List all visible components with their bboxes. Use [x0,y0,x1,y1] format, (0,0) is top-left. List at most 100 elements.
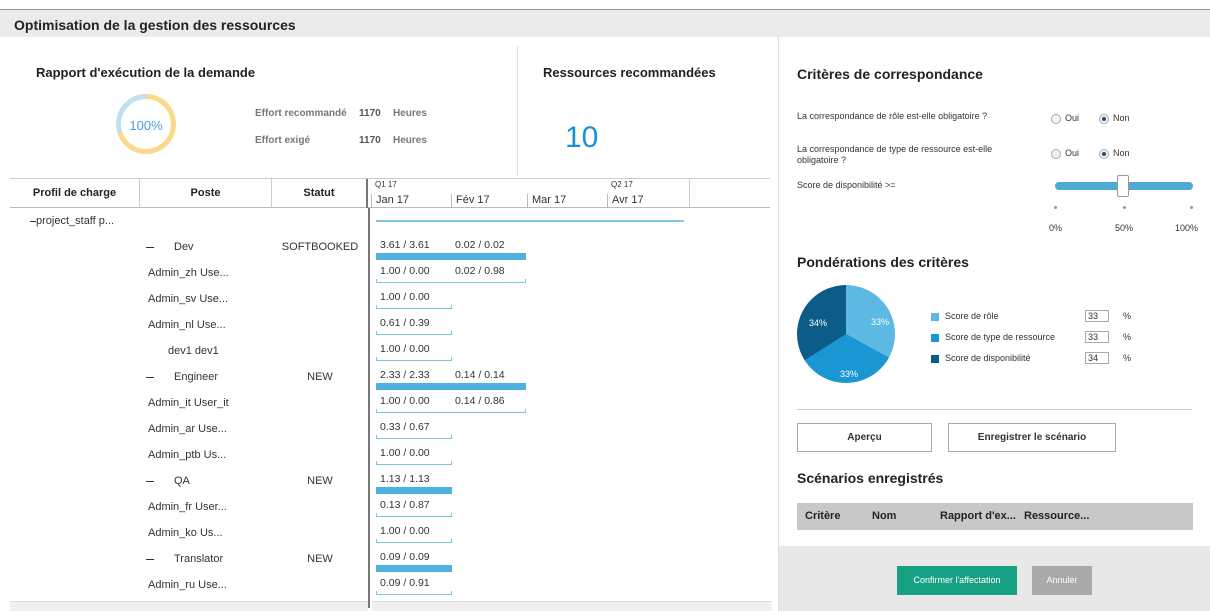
cell-text: Admin_nl Use... [148,319,226,331]
legend-swatch [931,312,939,321]
cell-text: Admin_ptb Us... [148,449,227,461]
quarter-label: Q1 17 [375,180,397,189]
table-row[interactable]: Admin_ru Use... [10,572,368,598]
grid-horizontal-scrollbar[interactable] [10,601,368,611]
allocation-label: 0.61 / 0.39 [380,317,430,329]
allocation-label: 0.02 / 0.02 [455,239,505,251]
cell-poste: Dev [146,241,278,253]
radio-dot-selected [1099,148,1109,159]
table-row[interactable]: Admin_it User_it [10,390,368,416]
allocation-label: 1.00 / 0.00 [380,395,430,407]
table-row[interactable]: QA NEW [10,468,368,494]
table-row[interactable]: Admin_ptb Us... [10,442,368,468]
radio-dot [1051,148,1061,159]
allocation-line[interactable] [376,334,452,335]
availability-label: Score de disponibilité >= [797,180,896,190]
table-row[interactable]: Admin_ar Use... [10,416,368,442]
table-row[interactable]: Admin_zh Use... [10,260,368,286]
weights-title: Pondérations des critères [797,254,969,270]
effort-unit: Heures [393,108,427,119]
allocation-line[interactable] [376,282,526,283]
cell-profil: project_staff p... [30,215,160,227]
pie-label: 34% [809,318,828,328]
allocation-label: 0.09 / 0.91 [380,577,430,589]
allocation-bar[interactable] [376,253,526,260]
slider-tick [1123,206,1126,209]
cell-poste: Translator [146,553,278,565]
preview-button[interactable]: Aperçu [797,423,932,452]
cell-statut: NEW [307,371,333,383]
column-header[interactable]: Nom [872,510,896,522]
collapse-icon[interactable] [146,558,154,560]
allocation-line[interactable] [376,438,452,439]
cell-text: Engineer [174,371,219,383]
summary-bar[interactable] [376,220,684,222]
collapse-icon[interactable] [146,480,154,482]
radio-dot-selected [1099,113,1109,124]
allocation-line[interactable] [376,360,452,361]
allocation-label: 3.61 / 3.61 [380,239,430,251]
save-scenario-button[interactable]: Enregistrer le scénario [948,423,1116,452]
effort-unit: Heures [393,135,427,146]
allocation-label: 0.02 / 0.98 [455,265,505,277]
legend-swatch [931,354,939,363]
type-oui-radio[interactable]: Oui [1051,148,1079,159]
cancel-button[interactable]: Annuler [1032,566,1092,595]
page-title-bar: Optimisation de la gestion des ressource… [0,9,1210,37]
allocation-line[interactable] [376,464,452,465]
weight-label: Score de rôle [945,311,999,321]
role-non-radio[interactable]: Non [1099,113,1130,124]
cell-text: Admin_fr User... [148,501,227,513]
weight-row-type: Score de type de ressource [931,332,1055,342]
table-row[interactable]: Translator NEW [10,546,368,572]
month-label: Fév 17 [451,194,527,207]
table-row[interactable]: Admin_sv Use... [10,286,368,312]
allocation-label: 0.13 / 0.87 [380,499,430,511]
table-row[interactable]: Dev SOFTBOOKED [10,234,368,260]
weight-row-availability: Score de disponibilité [931,353,1031,363]
effort-value: 1170 [359,108,381,119]
allocation-label: 0.09 / 0.09 [380,551,430,563]
column-header[interactable]: Ressource... [1024,510,1089,522]
column-header-profil[interactable]: Profil de charge [10,179,140,208]
column-header-statut[interactable]: Statut [272,179,368,208]
allocation-bar[interactable] [376,487,452,494]
allocation-bar[interactable] [376,383,526,390]
cell-text: QA [174,475,190,487]
allocation-line[interactable] [376,308,452,309]
gantt-horizontal-scrollbar[interactable] [372,601,772,611]
report-title: Rapport d'exécution de la demande [36,65,256,80]
weight-label: Score de type de ressource [945,332,1056,342]
cell-text: Admin_sv Use... [148,293,229,305]
table-row[interactable]: project_staff p... [10,208,368,234]
allocation-line[interactable] [376,516,452,517]
allocation-label: 1.00 / 0.00 [380,343,430,355]
type-non-radio[interactable]: Non [1099,148,1130,159]
allocation-bar[interactable] [376,565,452,572]
allocation-line[interactable] [376,412,526,413]
column-header-poste[interactable]: Poste [140,179,272,208]
grid-divider[interactable] [368,208,370,608]
collapse-icon[interactable] [146,376,154,378]
table-row[interactable]: Engineer NEW [10,364,368,390]
cell-poste: Admin_sv Use... [148,293,280,305]
weight-input-role[interactable]: 33 [1085,310,1109,322]
resources-title: Ressources recommandées [543,65,716,80]
table-row[interactable]: Admin_fr User... [10,494,368,520]
column-header[interactable]: Critère [805,510,840,522]
weight-input-availability[interactable]: 34 [1085,352,1109,364]
weight-pct: % [1123,311,1132,321]
effort-value: 1170 [359,135,381,146]
pie-label: 33% [871,317,890,327]
confirm-assignment-button[interactable]: Confirmer l'affectation [897,566,1017,595]
collapse-icon[interactable] [146,246,154,248]
table-row[interactable]: Admin_ko Us... [10,520,368,546]
allocation-line[interactable] [376,542,452,543]
table-row[interactable]: dev1 dev1 [10,338,368,364]
role-oui-radio[interactable]: Oui [1051,113,1079,124]
column-header[interactable]: Rapport d'ex... [940,510,1016,522]
availability-slider-handle[interactable] [1117,175,1129,197]
allocation-line[interactable] [376,594,452,595]
weight-input-type[interactable]: 33 [1085,331,1109,343]
table-row[interactable]: Admin_nl Use... [10,312,368,338]
